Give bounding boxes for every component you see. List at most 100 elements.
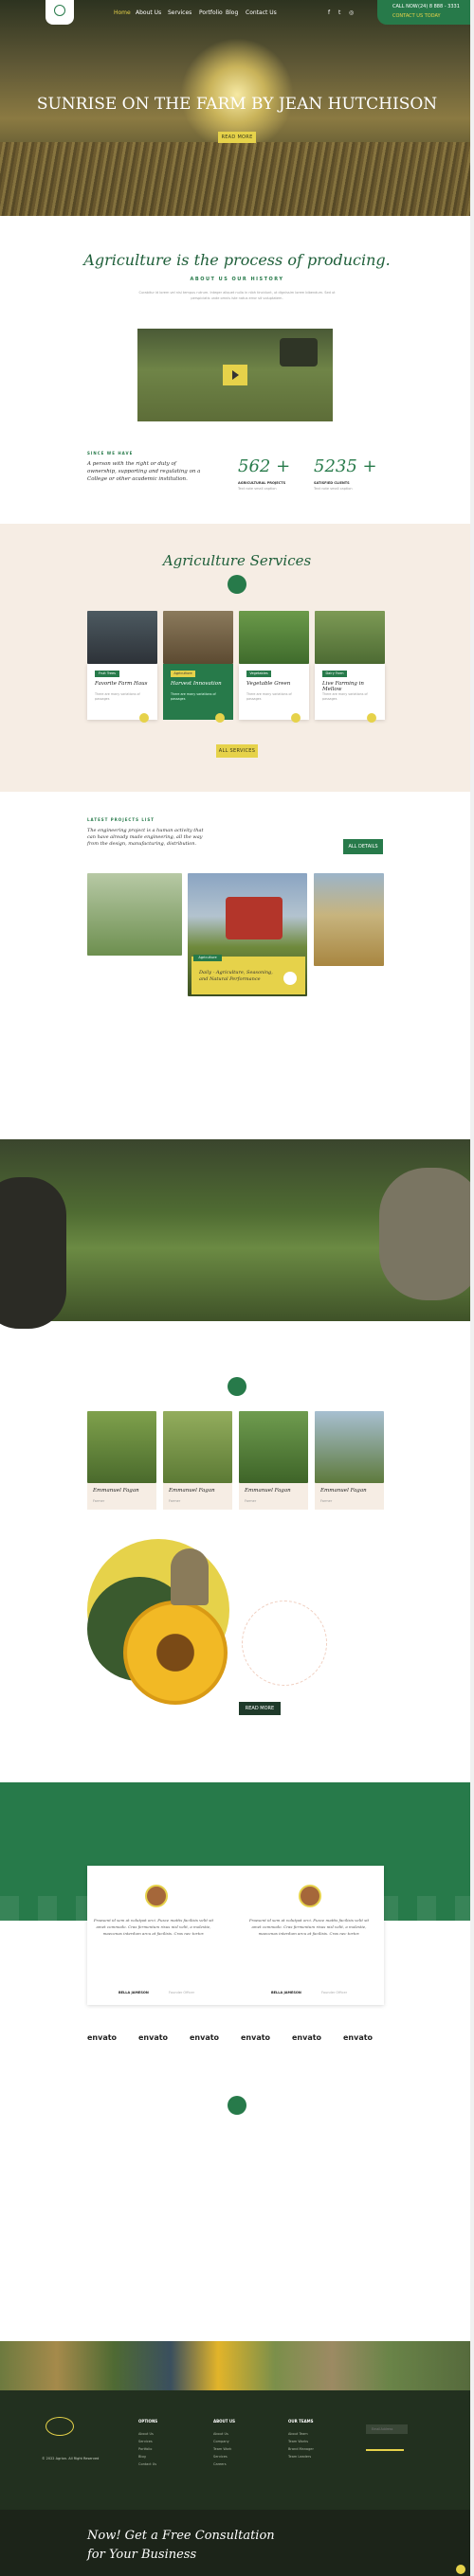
arrow-icon[interactable] — [283, 972, 297, 985]
partner-logo-4[interactable]: envato — [241, 2033, 270, 2042]
footer: © 2022 Agrion. All Right Reserved OPTION… — [0, 2390, 474, 2510]
top-nav: Home About Us Services Portfolio Blog Co… — [0, 0, 474, 25]
partner-logo-1[interactable]: envato — [87, 2033, 117, 2042]
service-tag-4: Dairy Farm — [322, 671, 347, 677]
service-card-1[interactable]: Fruit Trees Favorite Farm Haus There are… — [87, 611, 157, 723]
footer-link[interactable]: Team Work — [213, 2445, 270, 2453]
logo[interactable] — [46, 0, 74, 25]
footer-link[interactable]: Portfolio — [138, 2445, 195, 2453]
cow-silhouette — [0, 1177, 66, 1329]
experience-label: SINCE WE HAVE — [87, 451, 134, 456]
scroll-to-top-button[interactable] — [456, 2565, 465, 2574]
arrow-icon[interactable] — [291, 713, 301, 723]
hero-title: SUNRISE ON THE FARM BY JEAN HUTCHISON — [36, 95, 438, 114]
hero-wheat-field — [0, 142, 474, 216]
contact-email-label: CONTACT US TODAY — [392, 13, 441, 19]
facebook-icon[interactable]: f — [328, 9, 330, 16]
instagram-gallery-strip[interactable] — [0, 2341, 474, 2390]
service-image-1 — [87, 611, 157, 664]
decorative-ring — [242, 1601, 327, 1686]
partner-logo-5[interactable]: envato — [292, 2033, 321, 2042]
parallax-field-image — [0, 1139, 474, 1329]
project-featured-title: Daily - Agriculture, Seasoning, and Natu… — [199, 970, 273, 982]
twitter-icon[interactable]: t — [338, 9, 340, 16]
partner-logo-2[interactable]: envato — [138, 2033, 168, 2042]
footer-link[interactable]: Services — [213, 2453, 270, 2460]
team-role-1: Farmer — [93, 1499, 105, 1503]
arrow-icon[interactable] — [139, 713, 149, 723]
stat-clients-value: 5235 + — [314, 456, 377, 476]
service-card-3[interactable]: Vegetables Vegetable Green There are man… — [239, 611, 309, 723]
testimonial-name-1: BELLA JAMESON — [118, 1991, 149, 1995]
footer-link[interactable]: About Us — [213, 2430, 270, 2438]
footer-col3-title: OUR TEAMS — [288, 2419, 314, 2424]
service-card-2[interactable]: Agriculture Harvest Innovation There are… — [163, 611, 233, 723]
team-card-1[interactable]: Emmanuel Fagan Farmer — [87, 1411, 156, 1510]
play-button[interactable] — [223, 365, 247, 385]
stat-projects-desc: Text note small caption — [238, 487, 277, 491]
nav-blog[interactable]: Blog — [226, 9, 238, 16]
team-name-1: Emmanuel Fagan — [93, 1488, 139, 1494]
footer-col2-list: About Us Company Team Work Services Care… — [213, 2430, 270, 2468]
logo — [46, 2417, 74, 2436]
partner-logo-6[interactable]: envato — [343, 2033, 373, 2042]
service-tag-2: Agriculture — [171, 671, 195, 677]
footer-link[interactable]: Company — [213, 2438, 270, 2445]
nav-portfolio[interactable]: Portfolio — [199, 9, 223, 16]
footer-link[interactable]: Contact Us — [138, 2460, 195, 2468]
tractor-shape — [280, 338, 318, 367]
service-desc-1: There are many variations of passages — [95, 692, 140, 701]
footer-link[interactable]: About Team — [288, 2430, 345, 2438]
farmer-figure — [171, 1548, 209, 1605]
service-tag-3: Vegetables — [246, 671, 271, 677]
footer-link[interactable]: Careers — [213, 2460, 270, 2468]
arrow-icon[interactable] — [215, 713, 225, 723]
services-title: Agriculture Services — [162, 552, 312, 569]
footer-link[interactable]: Blog — [138, 2453, 195, 2460]
team-read-more-button[interactable]: READ MORE — [239, 1702, 281, 1715]
scrollbar[interactable] — [470, 0, 474, 2576]
cta-title-line1: Now! Get a Free Consultation — [87, 2529, 275, 2543]
all-services-button[interactable]: ALL SERVICES — [216, 744, 258, 758]
leaf-icon — [228, 2096, 246, 2115]
page: Home About Us Services Portfolio Blog Co… — [0, 0, 474, 2576]
service-card-4[interactable]: Dairy Farm Live Farming in Mellow There … — [315, 611, 385, 723]
footer-link[interactable]: Team Works — [288, 2438, 345, 2445]
instagram-icon[interactable]: ◎ — [349, 9, 354, 16]
avatar — [299, 1885, 321, 1907]
project-image-1[interactable] — [87, 873, 182, 956]
team-role-4: Farmer — [320, 1499, 333, 1503]
nav-contact[interactable]: Contact Us — [246, 9, 277, 16]
call-now-badge[interactable]: CALL NOW (24) 8 888 - 3331 CONTACT US TO… — [377, 0, 474, 25]
nav-home[interactable]: Home — [114, 9, 131, 16]
about-video[interactable] — [137, 329, 333, 421]
nav-services[interactable]: Services — [168, 9, 191, 16]
testimonial-role-1: Founder Officer — [169, 1991, 195, 1995]
newsletter-email-input[interactable] — [366, 2424, 408, 2434]
footer-link[interactable]: Services — [138, 2438, 195, 2445]
nav-about[interactable]: About Us — [136, 9, 161, 16]
all-details-button[interactable]: ALL DETAILS — [343, 839, 383, 854]
footer-accent-line — [366, 2449, 404, 2451]
footer-link[interactable]: Brand Manager — [288, 2445, 345, 2453]
testimonial-name-2: BELLA JAMESON — [271, 1991, 301, 1995]
team-card-4[interactable]: Emmanuel Fagan Farmer — [315, 1411, 384, 1510]
partner-logo-3[interactable]: envato — [190, 2033, 219, 2042]
footer-col1-list: About Us Services Portfolio Blog Contact… — [138, 2430, 195, 2468]
service-tag-1: Fruit Trees — [95, 671, 119, 677]
footer-link[interactable]: About Us — [138, 2430, 195, 2438]
footer-link[interactable]: Team Leaders — [288, 2453, 345, 2460]
testimonial-quote-2: Praesent id sem at volutpat orci. Fusce … — [248, 1918, 370, 1936]
play-icon — [232, 370, 239, 380]
arrow-icon[interactable] — [367, 713, 376, 723]
projects-title: The engineering project is a human activ… — [87, 828, 204, 847]
footer-col3-list: About Team Team Works Brand Manager Team… — [288, 2430, 345, 2460]
project-image-3[interactable] — [314, 873, 384, 966]
about-subtitle: ABOUT US OUR HISTORY — [190, 277, 284, 282]
sunflower-image — [123, 1601, 228, 1705]
cta-title-line2: for Your Business — [87, 2548, 197, 2562]
service-desc-2: There are many variations of passages — [171, 692, 216, 701]
team-card-2[interactable]: Emmanuel Fagan Farmer — [163, 1411, 232, 1510]
team-card-3[interactable]: Emmanuel Fagan Farmer — [239, 1411, 308, 1510]
hero-read-more-button[interactable]: READ MORE — [218, 132, 256, 143]
